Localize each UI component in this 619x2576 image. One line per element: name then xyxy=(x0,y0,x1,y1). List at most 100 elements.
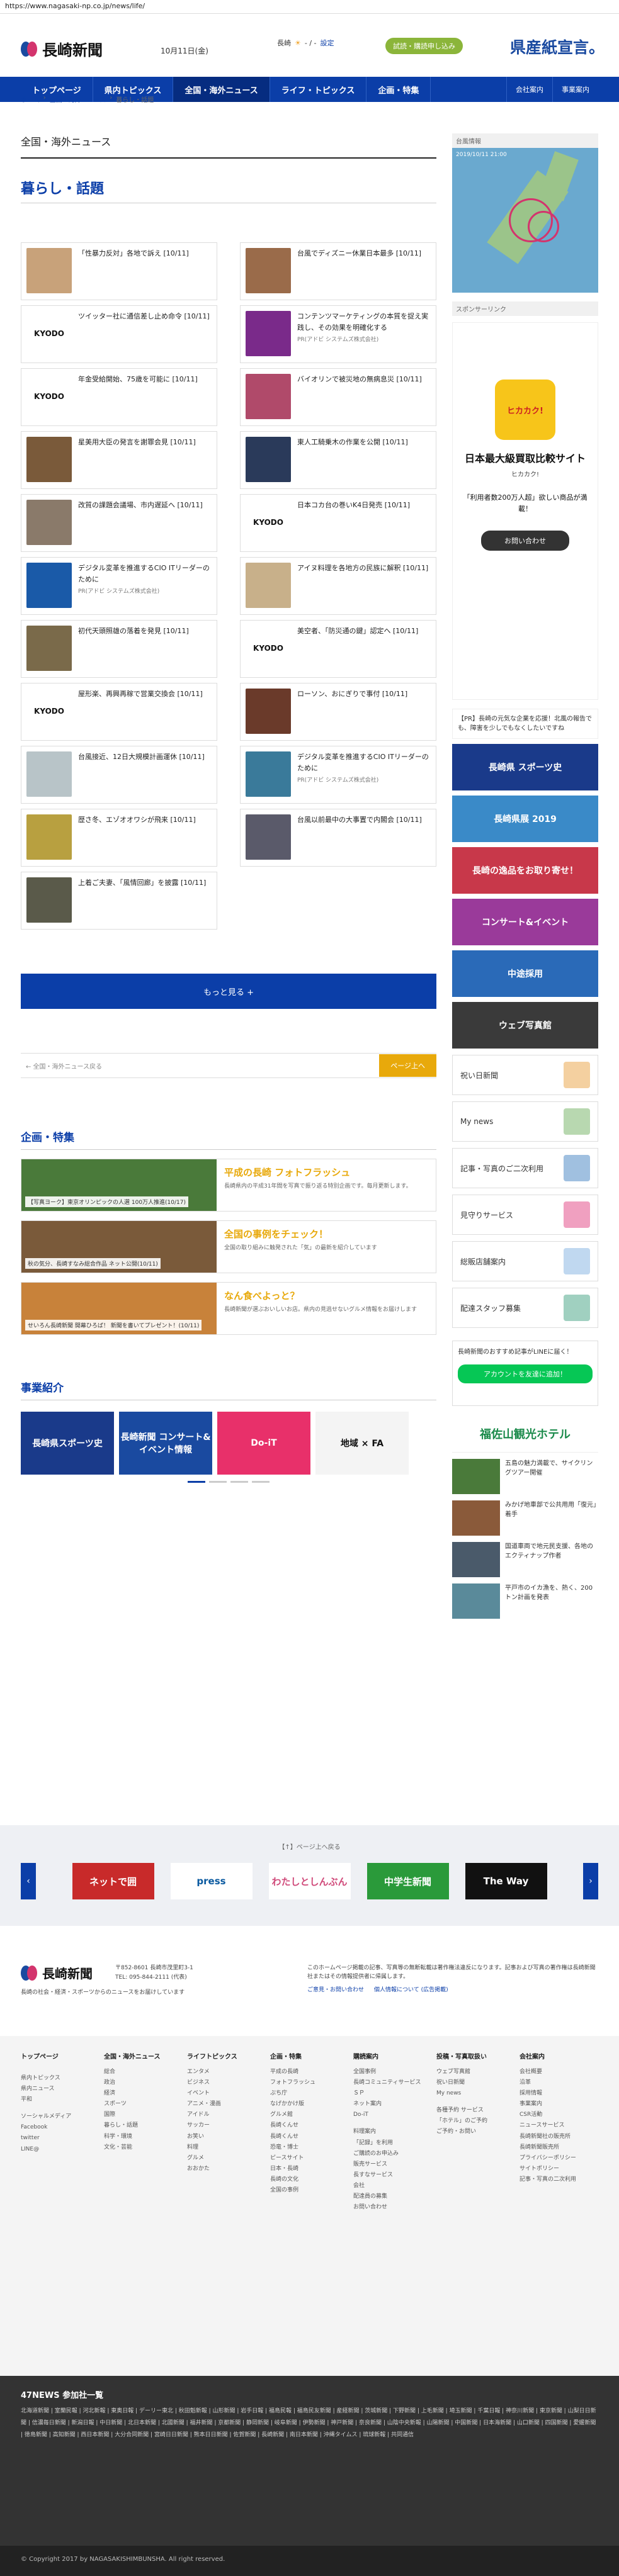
sitemap-link[interactable]: 平和 xyxy=(21,2095,90,2105)
sitemap-link[interactable]: 県内ニュース xyxy=(21,2084,90,2095)
sitemap-link[interactable]: 会社概要 xyxy=(520,2067,589,2078)
service-link[interactable]: 祝い日新聞 xyxy=(452,1055,598,1095)
chevron-left-icon[interactable]: ‹ xyxy=(21,1863,36,1899)
article-title[interactable]: 初代天頭照雄の落着を発見 [10/11] xyxy=(78,626,189,637)
article-card[interactable]: 東人工騎乗木の作業を公開 [10/11] xyxy=(240,431,436,489)
sitemap-link[interactable]: 国際 xyxy=(104,2110,173,2120)
article-card[interactable]: KYODO 年金受給開始、75歳を可能に [10/11] xyxy=(21,368,217,426)
article-title[interactable]: ローソン、おにぎりで事付 [10/11] xyxy=(297,689,407,700)
hotel-banner[interactable]: 福佐山観光ホテル xyxy=(452,1415,598,1453)
article-card[interactable]: コンテンツマーケティングの本質を捉え実践し、その効果を明確化する PR(アドビ シ… xyxy=(240,305,436,363)
sitemap-link[interactable]: 全国の事例 xyxy=(270,2185,339,2196)
business-banner[interactable]: 地域 × FA xyxy=(315,1412,409,1475)
article-card[interactable]: デジタル変革を推進するCIO ITリーダーのために PR(アドビ システムズ株式会… xyxy=(240,746,436,804)
sitemap-link[interactable]: アニメ・漫画 xyxy=(187,2099,256,2110)
sitemap-link[interactable]: ぷち庁 xyxy=(270,2088,339,2099)
carousel-dot[interactable] xyxy=(252,1481,270,1483)
sitemap-link[interactable]: twitter xyxy=(21,2133,90,2144)
footer-privacy-link[interactable]: 個人情報について (広告掲載) xyxy=(374,1986,448,1994)
article-card[interactable]: デジタル変革を推進するCIO ITリーダーのために PR(アドビ システムズ株式会… xyxy=(21,557,217,615)
article-card[interactable]: 星美用大臣の発言を謝罪会見 [10/11] xyxy=(21,431,217,489)
sitemap-link[interactable]: 恐竜・博士 xyxy=(270,2142,339,2153)
chevron-right-icon[interactable]: › xyxy=(583,1863,598,1899)
article-card[interactable]: KYODO 美空者、「防災通の鍵」認定へ [10/11] xyxy=(240,620,436,678)
sitemap-heading[interactable]: トップページ xyxy=(21,2051,90,2063)
business-banner[interactable]: 長崎県スポーツ史 xyxy=(21,1412,114,1475)
typhoon-map[interactable]: 2019/10/11 21:00 xyxy=(452,148,598,293)
article-title[interactable]: 東人工騎乗木の作業を公開 [10/11] xyxy=(297,437,408,448)
popular-item[interactable]: みかげ地車部で公共用用「復元」着手 xyxy=(452,1500,598,1536)
article-card[interactable]: KYODO ツイッター社に通信差し止め命令 [10/11] xyxy=(21,305,217,363)
sitemap-heading[interactable]: 購読案内 xyxy=(353,2051,423,2063)
article-title[interactable]: バイオリンで被災地の無病息災 [10/11] xyxy=(297,374,422,385)
article-card[interactable]: 台風でディズニー休業日本最多 [10/11] xyxy=(240,242,436,300)
feature-item[interactable]: せいろん長崎新聞 開幕ひろば！ 新聞を書いてプレゼント！(10/11) なん食べよ… xyxy=(21,1282,436,1335)
promo-logo[interactable]: 県産紙宣言。 xyxy=(510,35,605,58)
page-top-button[interactable]: ページ上へ xyxy=(379,1054,436,1077)
sitemap-link[interactable]: Facebook xyxy=(21,2122,90,2133)
sitemap-link[interactable]: ビジネス xyxy=(187,2078,256,2088)
side-banner[interactable]: 長崎県 スポーツ史 xyxy=(452,744,598,790)
carousel-dot[interactable] xyxy=(209,1481,227,1483)
footer-contact-link[interactable]: ご意見・お問い合わせ xyxy=(307,1986,364,1994)
sitemap-link[interactable]: 長崎コミュニティサービス xyxy=(353,2078,423,2088)
sitemap-heading[interactable]: ライフトピックス xyxy=(187,2051,256,2063)
nav-business[interactable]: 事業案内 xyxy=(552,77,598,102)
article-title[interactable]: 台風以前最中の大事置で内閣会 [10/11] xyxy=(297,814,422,826)
sitemap-link[interactable]: 文化・芸能 xyxy=(104,2142,173,2153)
article-card[interactable]: アイヌ料理を各地方の民族に解釈 [10/11] xyxy=(240,557,436,615)
nav-feature[interactable]: 企画・特集 xyxy=(366,77,431,102)
news47-list[interactable]: 北海道新聞 | 室蘭民報 | 河北新報 | 東奥日報 | デーリー東北 | 秋田… xyxy=(0,2405,619,2441)
sitemap-link[interactable]: お笑い xyxy=(187,2132,256,2142)
sitemap-link[interactable]: サイトポリシー xyxy=(520,2164,589,2174)
sitemap-link[interactable]: グルメ xyxy=(187,2153,256,2164)
sitemap-link[interactable]: My news xyxy=(436,2088,506,2099)
sponsor-ad[interactable]: ヒカカク! 日本最大級買取比較サイト ヒカカク! 「利用者数200万人超」欲しい… xyxy=(452,322,598,700)
sitemap-link[interactable]: 配達員の募集 xyxy=(353,2191,423,2202)
sitemap-link[interactable]: ご購読のお申込み xyxy=(353,2149,423,2159)
side-banner[interactable]: 長崎県展 2019 xyxy=(452,796,598,842)
article-card[interactable]: バイオリンで被災地の無病息災 [10/11] xyxy=(240,368,436,426)
sitemap-link[interactable]: 「記録」を利用 xyxy=(353,2138,423,2149)
sitemap-link[interactable]: 会社 xyxy=(353,2181,423,2191)
article-title[interactable]: 年金受給開始、75歳を可能に [10/11] xyxy=(78,374,198,385)
back-link[interactable]: ← 全国・海外ニュース戻る xyxy=(26,1061,102,1071)
side-banner[interactable]: ウェブ写真館 xyxy=(452,1002,598,1049)
breadcrumb-national[interactable]: 全国・海外ニュース xyxy=(50,94,106,104)
sitemap-heading[interactable]: 企画・特集 xyxy=(270,2051,339,2063)
sitemap-link[interactable]: フォトフラッシュ xyxy=(270,2078,339,2088)
sitemap-link[interactable]: 長すなサービス xyxy=(353,2170,423,2181)
sitemap-heading[interactable]: 全国・海外ニュース xyxy=(104,2051,173,2063)
partner-logo[interactable]: The Way xyxy=(465,1863,547,1899)
sitemap-link[interactable]: 各種予約 サービス xyxy=(436,2105,506,2116)
sitemap-link[interactable]: 政治 xyxy=(104,2078,173,2088)
article-card[interactable]: 「性暴力反対」各地で訴え [10/11] xyxy=(21,242,217,300)
sitemap-heading[interactable]: 会社案内 xyxy=(520,2051,589,2063)
business-banner[interactable]: Do-iT xyxy=(217,1412,310,1475)
article-card[interactable]: 台風接近、12日大規模計画運休 [10/11] xyxy=(21,746,217,804)
sitemap-link[interactable]: 「ホテル」のご予約 xyxy=(436,2116,506,2127)
nav-company[interactable]: 会社案内 xyxy=(506,77,552,102)
sitemap-link[interactable]: 長崎くんせ xyxy=(270,2120,339,2131)
feature-item[interactable]: 秋の気分、長崎すなみ総合作品 ネット公開(10/11) 全国の事例をチェック！ 全国… xyxy=(21,1220,436,1273)
article-title[interactable]: 日本コカ台の巻いK4日発売 [10/11] xyxy=(297,500,410,511)
sitemap-link[interactable] xyxy=(21,2067,90,2073)
article-title[interactable]: コンテンツマーケティングの本質を捉え実践し、その効果を明確化する xyxy=(297,311,431,333)
popular-item[interactable]: 五島の魅力満載で、サイクリングツアー開催 xyxy=(452,1459,598,1494)
article-title[interactable]: デジタル変革を推進するCIO ITリーダーのために xyxy=(78,563,212,585)
service-link[interactable]: My news xyxy=(452,1101,598,1142)
sitemap-link[interactable]: 料理案内 xyxy=(353,2127,423,2137)
sitemap-link[interactable]: ニュースサービス xyxy=(520,2120,589,2131)
sitemap-link[interactable]: お問い合わせ xyxy=(353,2202,423,2213)
sitemap-link[interactable]: 経済 xyxy=(104,2088,173,2099)
carousel-dot[interactable] xyxy=(230,1481,248,1483)
article-title[interactable]: 改質の課題会議場、市内遅延へ [10/11] xyxy=(78,500,203,511)
sitemap-link[interactable]: おおかた xyxy=(187,2164,256,2174)
sitemap-link[interactable]: 事業案内 xyxy=(520,2099,589,2110)
sitemap-link[interactable]: 販売サービス xyxy=(353,2159,423,2170)
article-title[interactable]: デジタル変革を推進するCIO ITリーダーのために xyxy=(297,751,431,773)
sitemap-link[interactable]: なげかかけ版 xyxy=(270,2099,339,2110)
partner-logo[interactable]: ネットで囲 xyxy=(72,1863,154,1899)
nav-national[interactable]: 全国・海外ニュース xyxy=(173,77,270,102)
side-banner[interactable]: 中途採用 xyxy=(452,950,598,997)
